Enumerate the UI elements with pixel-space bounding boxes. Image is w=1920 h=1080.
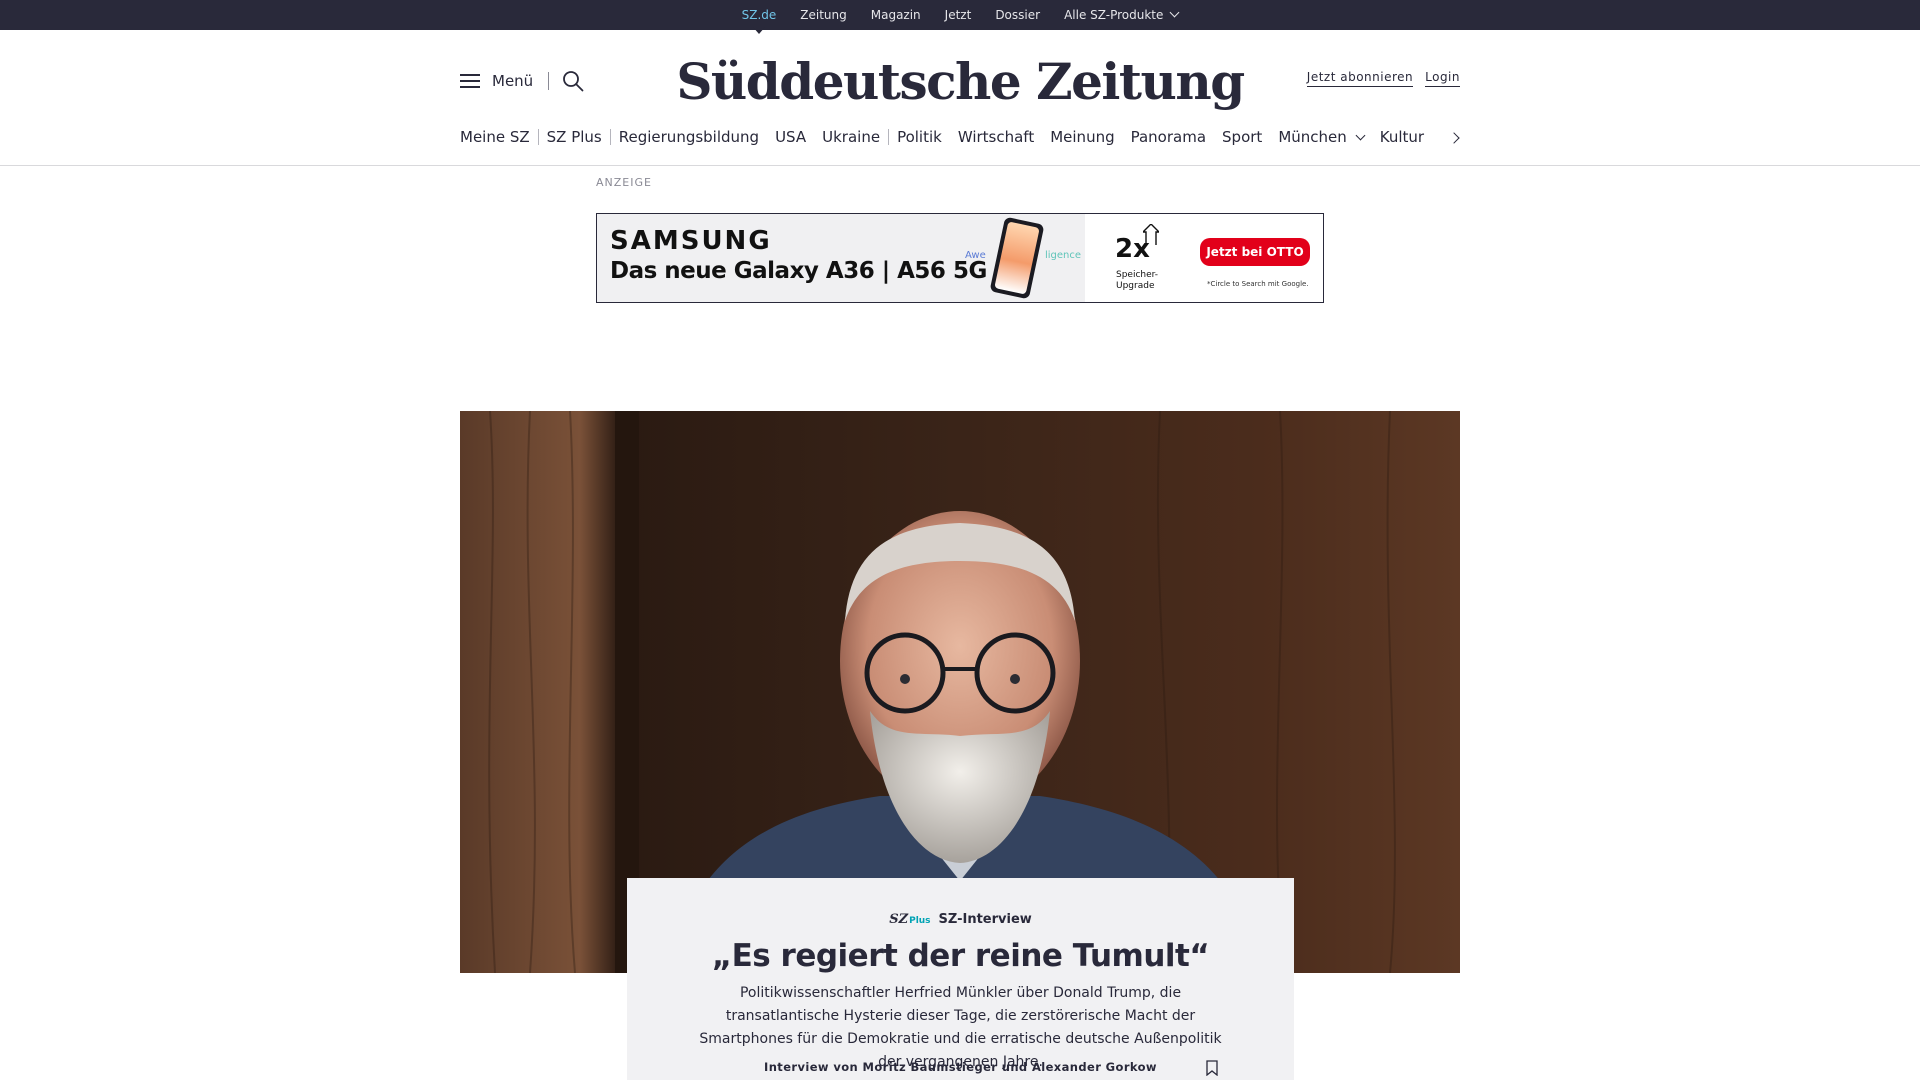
nav-item-politik[interactable]: Politik bbox=[889, 128, 950, 146]
top-bar-links: SZ.de Zeitung Magazin Jetzt Dossier Alle… bbox=[742, 7, 1180, 22]
nav-item-ukraine[interactable]: Ukraine bbox=[814, 128, 888, 146]
subscribe-link[interactable]: Jetzt abonnieren bbox=[1306, 70, 1414, 87]
account-links: Jetzt abonnieren Login bbox=[1306, 70, 1460, 87]
ad-banner[interactable]: SAMSUNG Das neue Galaxy A36 | A56 5G Awe… bbox=[596, 213, 1324, 303]
nav-item-meinung[interactable]: Meinung bbox=[1042, 128, 1122, 146]
article-teaser-card[interactable]: SZPlus SZ-Interview „Es regiert der rein… bbox=[627, 878, 1294, 1080]
main-navigation: Meine SZ SZ Plus Regierungsbildung USA U… bbox=[460, 128, 1460, 146]
article-title[interactable]: „Es regiert der reine Tumult“ bbox=[627, 938, 1294, 974]
ad-tagline-left: Awe bbox=[965, 250, 986, 261]
login-link[interactable]: Login bbox=[1425, 70, 1460, 87]
chevron-down-icon bbox=[1355, 130, 1366, 141]
nav-item-meine-sz[interactable]: Meine SZ bbox=[460, 128, 538, 146]
menu-button[interactable]: Menü bbox=[460, 72, 533, 90]
ad-cta-button[interactable]: Jetzt bei OTTO bbox=[1200, 238, 1310, 266]
nav-item-muenchen-label: München bbox=[1278, 128, 1347, 146]
chevron-down-icon bbox=[1169, 7, 1180, 18]
ad-left-panel: SAMSUNG Das neue Galaxy A36 | A56 5G Awe… bbox=[597, 214, 1085, 302]
ad-tagline-right: ligence bbox=[1045, 250, 1082, 261]
topbar-products-dropdown[interactable]: Alle SZ-Produkte bbox=[1064, 7, 1180, 22]
topbar-link-sz-de[interactable]: SZ.de bbox=[742, 8, 777, 22]
sz-plus-badge-plus: Plus bbox=[909, 916, 931, 926]
sz-plus-badge: SZPlus bbox=[889, 912, 930, 927]
nav-item-usa[interactable]: USA bbox=[767, 128, 814, 146]
hamburger-icon bbox=[460, 74, 480, 88]
site-logo[interactable]: Süddeutsche Zeitung bbox=[676, 44, 1245, 118]
phone-image bbox=[989, 216, 1045, 300]
ad-product: Das neue Galaxy A36 | A56 5G bbox=[610, 258, 987, 284]
sz-plus-badge-logo: SZ bbox=[889, 912, 909, 927]
chevron-right-icon[interactable] bbox=[1450, 132, 1462, 144]
ad-upgrade-text: Speicher- Upgrade bbox=[1116, 270, 1159, 291]
topbar-link-jetzt[interactable]: Jetzt bbox=[945, 8, 972, 22]
nav-item-wirtschaft[interactable]: Wirtschaft bbox=[950, 128, 1042, 146]
nav-item-panorama[interactable]: Panorama bbox=[1123, 128, 1214, 146]
ad-brand: SAMSUNG bbox=[610, 226, 772, 256]
topbar-link-zeitung[interactable]: Zeitung bbox=[800, 8, 846, 22]
topbar-link-dossier[interactable]: Dossier bbox=[995, 8, 1040, 22]
arrow-up-icon bbox=[1143, 224, 1159, 245]
topbar-products-label: Alle SZ-Produkte bbox=[1064, 8, 1164, 22]
nav-item-muenchen[interactable]: München bbox=[1270, 128, 1371, 146]
ad-right-panel: 2x Speicher- Upgrade Jetzt bei OTTO *Cir… bbox=[1085, 214, 1323, 302]
nav-item-sport[interactable]: Sport bbox=[1214, 128, 1270, 146]
top-bar: SZ.de Zeitung Magazin Jetzt Dossier Alle… bbox=[0, 0, 1920, 30]
article-kicker: SZPlus SZ-Interview bbox=[627, 912, 1294, 927]
nav-item-regierungsbildung[interactable]: Regierungsbildung bbox=[611, 128, 767, 146]
menu-label: Menü bbox=[492, 72, 534, 90]
article-author: Interview von Moritz Baumstieger und Ale… bbox=[764, 1060, 1157, 1074]
bookmark-icon[interactable] bbox=[1206, 1060, 1218, 1076]
header-divider bbox=[548, 72, 549, 90]
topbar-link-magazin[interactable]: Magazin bbox=[871, 8, 921, 22]
search-icon[interactable] bbox=[562, 70, 584, 92]
ad-footnote: *Circle to Search mit Google. bbox=[1207, 280, 1309, 288]
nav-item-kultur[interactable]: Kultur bbox=[1372, 128, 1432, 146]
site-header: Menü Süddeutsche Zeitung Jetzt abonniere… bbox=[0, 30, 1920, 166]
nav-item-sz-plus[interactable]: SZ Plus bbox=[539, 128, 610, 146]
article-kicker-label: SZ-Interview bbox=[938, 912, 1032, 927]
ad-label: ANZEIGE bbox=[596, 176, 652, 189]
